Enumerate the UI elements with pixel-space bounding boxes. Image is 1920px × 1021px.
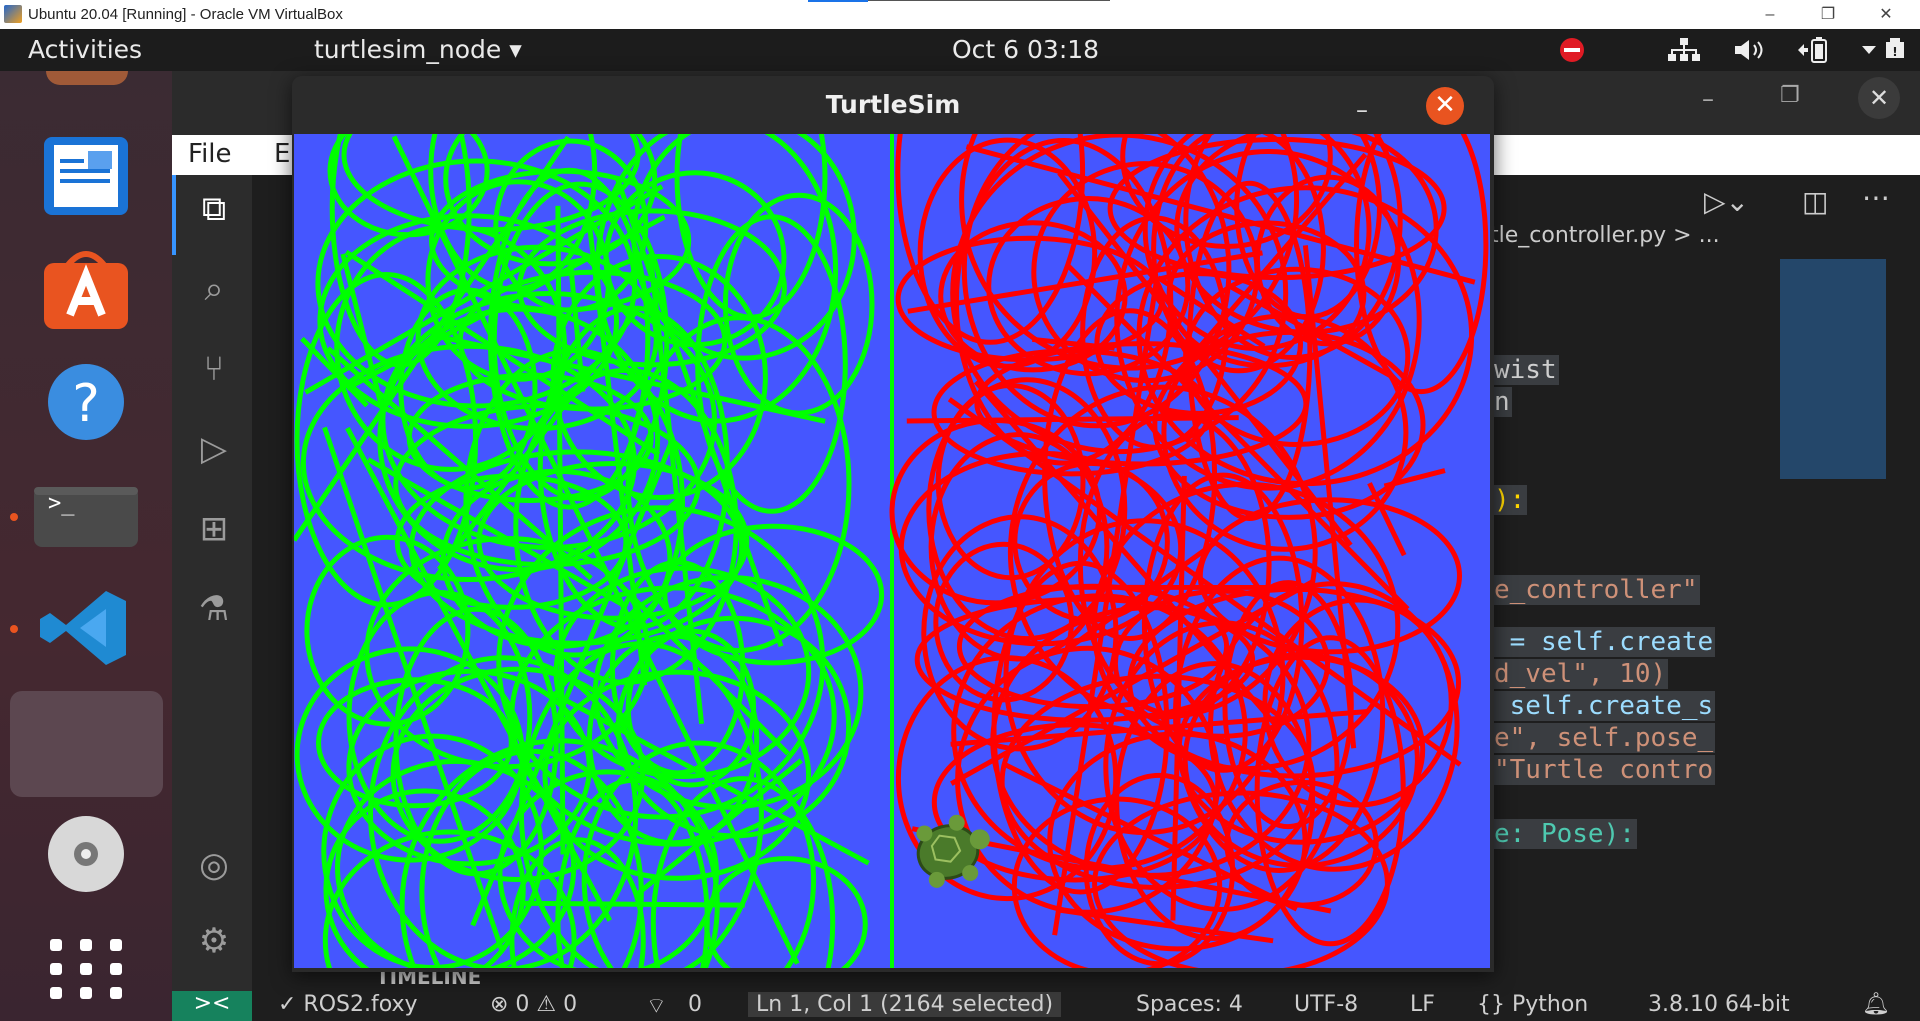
status-language[interactable]: {} Python [1477, 992, 1588, 1017]
minimize-button[interactable]: – [1750, 2, 1790, 28]
show-applications-icon[interactable] [30, 929, 142, 1011]
code-line[interactable]: "Turtle contro [1492, 755, 1716, 785]
settings-gear-icon[interactable]: ⚙ [192, 921, 236, 965]
network-icon[interactable] [1666, 37, 1702, 63]
code-line[interactable]: e", self.pose_ [1492, 723, 1716, 753]
breadcrumb[interactable]: tle_controller.py > ... [1490, 223, 1720, 248]
dvd-drive-icon[interactable] [30, 813, 142, 895]
menu-edit[interactable]: E [274, 139, 290, 169]
restore-button[interactable]: ❐ [1808, 2, 1848, 28]
title-accent [808, 0, 868, 2]
search-icon[interactable]: ⌕ [192, 269, 236, 313]
explorer-icon[interactable]: ⧉ [192, 189, 236, 233]
system-menu-icon[interactable]: ! [1860, 37, 1908, 63]
status-ports[interactable]: 0 [688, 992, 702, 1017]
status-problems[interactable]: ⊗ 0 ⚠ 0 [490, 992, 577, 1017]
notifications-bell-icon[interactable]: 🔔︎ [1862, 992, 1890, 1017]
files-icon[interactable] [10, 691, 163, 797]
active-indicator [172, 175, 176, 255]
minimap[interactable] [1780, 259, 1886, 479]
status-eol[interactable]: LF [1410, 992, 1435, 1017]
status-bar: >< ✓ ROS2.foxy ⊗ 0 ⚠ 0 ⌔ 0 Ln 1, Col 1 (… [172, 991, 1920, 1021]
vscode-maximize-button[interactable]: ❐ [1780, 83, 1800, 108]
code-line[interactable]: ): [1492, 485, 1528, 515]
vscode-icon[interactable] [30, 587, 142, 669]
turtlesim-minimize-button[interactable]: – [1356, 96, 1368, 124]
turtlesim-close-button[interactable]: ✕ [1426, 87, 1464, 125]
ubuntu-software-icon[interactable] [30, 249, 142, 331]
gnome-top-bar: Activities turtlesim_node ▾ Oct 6 03:18 … [0, 29, 1920, 71]
turtlesim-window: TurtleSim – ✕ [292, 76, 1494, 972]
code-line[interactable]: = self.create [1492, 627, 1716, 657]
testing-icon[interactable]: ⚗ [192, 589, 236, 633]
antenna-icon: ⌔ [646, 994, 667, 1019]
code-line[interactable]: n [1492, 387, 1512, 417]
vscode-close-button[interactable]: ✕ [1858, 77, 1900, 119]
libreoffice-writer-icon[interactable] [30, 135, 142, 217]
source-control-icon[interactable]: ⑂ [192, 349, 236, 393]
menu-file[interactable]: File [188, 139, 232, 169]
accounts-icon[interactable]: ◎ [192, 845, 236, 889]
status-branch[interactable]: ✓ ROS2.foxy [278, 992, 418, 1017]
status-interpreter[interactable]: 3.8.10 64-bit [1648, 992, 1790, 1017]
code-line[interactable]: e: Pose): [1492, 819, 1637, 849]
vscode-running-indicator [10, 625, 18, 633]
run-debug-icon[interactable]: ▷ [192, 429, 236, 473]
virtualbox-icon [4, 5, 22, 23]
vscode-minimize-button[interactable]: – [1702, 85, 1714, 113]
help-icon[interactable]: ? [30, 361, 142, 443]
activity-bar: ⧉ ⌕ ⑂ ▷ ⊞ ⚗ ◎ ⚙ [172, 175, 252, 991]
app-menu[interactable]: turtlesim_node ▾ [314, 35, 522, 64]
turtlesim-title: TurtleSim [825, 90, 961, 119]
virtualbox-titlebar: Ubuntu 20.04 [Running] - Oracle VM Virtu… [0, 0, 1920, 29]
do-not-disturb-icon[interactable] [1558, 37, 1586, 63]
clock[interactable]: Oct 6 03:18 [952, 35, 1099, 64]
status-indentation[interactable]: Spaces: 4 [1136, 992, 1243, 1017]
turtlesim-canvas [294, 134, 1490, 968]
title-divider [868, 0, 1110, 1]
terminal-running-indicator [10, 513, 18, 521]
svg-text:?: ? [72, 374, 100, 434]
window-title: Ubuntu 20.04 [Running] - Oracle VM Virtu… [28, 6, 343, 23]
terminal-icon[interactable]: >_ [30, 475, 142, 557]
status-encoding[interactable]: UTF-8 [1294, 992, 1358, 1017]
battery-icon[interactable] [1796, 37, 1830, 63]
terminal-prompt: >_ [48, 491, 75, 516]
ubuntu-dock: ? >_ [0, 71, 172, 1021]
turtle-trails [294, 134, 1490, 968]
code-line[interactable]: wist [1492, 355, 1559, 385]
activities-button[interactable]: Activities [28, 35, 142, 64]
code-line[interactable]: e_controller" [1492, 575, 1700, 605]
volume-icon[interactable] [1732, 37, 1768, 63]
close-button[interactable]: ✕ [1866, 2, 1906, 28]
code-line[interactable]: self.create_s [1492, 691, 1716, 721]
status-cursor-position[interactable]: Ln 1, Col 1 (2164 selected) [748, 992, 1062, 1017]
more-actions-icon[interactable]: ⋯ [1862, 181, 1890, 214]
trail-segment [906, 415, 1239, 424]
split-editor-icon[interactable]: ◫ [1802, 185, 1828, 218]
remote-indicator[interactable]: >< [172, 991, 252, 1021]
turtlesim-titlebar[interactable]: TurtleSim – ✕ [292, 76, 1494, 134]
run-file-icon[interactable]: ▷⌄ [1704, 185, 1749, 218]
code-line[interactable]: d_vel", 10) [1492, 659, 1669, 689]
svg-text:!: ! [1892, 45, 1897, 59]
extensions-icon[interactable]: ⊞ [192, 509, 236, 553]
partial-app-icon[interactable] [46, 71, 128, 85]
trail-segment [519, 900, 745, 908]
